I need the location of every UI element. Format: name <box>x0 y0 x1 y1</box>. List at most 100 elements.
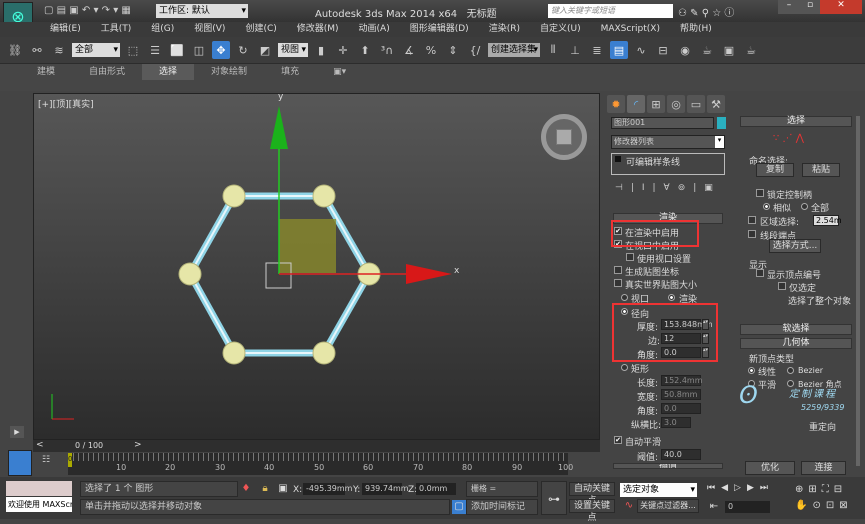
bezier-radio[interactable] <box>787 367 794 374</box>
use-viewport-settings-checkbox[interactable] <box>626 253 634 261</box>
tab-freeform[interactable]: 自由形式 <box>72 64 142 80</box>
stack-item-editable-spline[interactable]: 可编辑样条线 <box>626 155 680 168</box>
x-coord-input[interactable]: -495.39mm <box>303 483 352 495</box>
goto-start-icon[interactable]: ⇤ <box>707 500 721 514</box>
track-bar-icon[interactable]: ☷ <box>42 455 50 465</box>
mirror-icon[interactable]: ⫴ <box>544 41 562 59</box>
ref-coord-dropdown[interactable]: 视图 <box>278 43 308 57</box>
object-color-swatch[interactable] <box>717 117 726 129</box>
key-filters-button[interactable]: 关键点过滤器... <box>637 499 699 513</box>
edit-named-sel-icon[interactable]: {/ <box>466 41 484 59</box>
aspect-input[interactable]: 3.0 <box>661 417 691 428</box>
angle-snap-icon[interactable]: ∡ <box>400 41 418 59</box>
render-icon[interactable]: ☕ <box>742 41 760 59</box>
menu-views[interactable]: 视图(V) <box>184 22 235 37</box>
menu-tools[interactable]: 工具(T) <box>91 22 142 37</box>
y-coord-input[interactable]: 939.74mm <box>362 483 409 495</box>
scene-explorer-icon[interactable]: ▤ <box>610 41 628 59</box>
mini-viewport-button[interactable] <box>8 450 32 476</box>
sub-object-icons[interactable]: ∵ ⋰ ⋀ <box>773 133 804 144</box>
modifier-stack[interactable]: 可编辑样条线 <box>611 153 725 175</box>
menu-help[interactable]: 帮助(H) <box>670 22 722 37</box>
bind-spacewarp-icon[interactable]: ≋ <box>50 41 68 59</box>
time-slider[interactable]: < 0 / 100 > <box>33 440 600 452</box>
curve-editor-icon[interactable]: ∿ <box>632 41 650 59</box>
rollout-selection[interactable]: 选择 <box>740 116 852 127</box>
set-key-button[interactable]: 设置关键点 <box>569 499 615 523</box>
schematic-icon[interactable]: ⊟ <box>654 41 672 59</box>
selection-filter-dropdown[interactable]: 全部 <box>72 43 120 57</box>
create-tab-icon[interactable]: ✹ <box>607 95 625 113</box>
auto-key-button[interactable]: 自动关键点 <box>569 482 615 506</box>
menu-group[interactable]: 组(G) <box>141 22 184 37</box>
rollout-interpolation[interactable]: 插值 <box>613 463 723 469</box>
workspace-dropdown[interactable]: 工作区: 默认 <box>156 4 248 18</box>
rendered-frame-icon[interactable]: ▣ <box>720 41 738 59</box>
rect-angle-input[interactable]: 0.0 <box>661 403 701 414</box>
frame-counter[interactable]: 0 / 100 <box>75 441 103 450</box>
viewport-radio[interactable] <box>621 294 628 301</box>
threshold-input[interactable]: 40.0 <box>661 449 701 460</box>
selected-only-checkbox[interactable] <box>778 282 786 290</box>
optimize-button[interactable]: 优化 <box>745 461 795 475</box>
lock-selection-icon[interactable]: 🔒︎ <box>258 482 272 496</box>
current-frame-input[interactable]: 0 <box>725 501 770 513</box>
viewport-nav-icons[interactable]: ⊕⊞⛶⊟ ✋⊙⊡⊠ <box>795 482 860 514</box>
select-by-button[interactable]: 选择方式... <box>769 239 821 253</box>
real-world-checkbox[interactable] <box>614 279 622 287</box>
linear-radio[interactable] <box>748 367 755 374</box>
material-editor-icon[interactable]: ◉ <box>676 41 694 59</box>
isolate-icon[interactable]: ♦ <box>239 482 253 496</box>
next-frame-button[interactable]: > <box>134 440 142 450</box>
copy-button[interactable]: 复制 <box>756 163 794 177</box>
tab-populate[interactable]: 填充 <box>264 64 316 80</box>
area-selection-input[interactable]: 2.54m <box>813 215 842 226</box>
align-icon[interactable]: ⊥ <box>566 41 584 59</box>
manipulate-icon[interactable]: ✛ <box>334 41 352 59</box>
link-icon[interactable]: ⛓ <box>6 41 24 59</box>
menu-maxscript[interactable]: MAXScript(X) <box>591 22 670 37</box>
search-input[interactable]: 键入关键字或短语 <box>548 4 673 18</box>
menu-edit[interactable]: 编辑(E) <box>40 22 91 37</box>
select-move-icon[interactable]: ✥ <box>212 41 230 59</box>
panel-scrollbar[interactable] <box>856 116 860 466</box>
curve-icon[interactable]: ∿ <box>622 499 636 513</box>
minimize-button[interactable]: – <box>778 0 800 14</box>
z-coord-input[interactable]: 0.0mm <box>416 483 456 495</box>
width-input[interactable]: 50.8mm <box>661 389 701 400</box>
spinner-snap-icon[interactable]: ⇕ <box>444 41 462 59</box>
select-object-icon[interactable]: ⬚ <box>124 41 142 59</box>
menu-customize[interactable]: 自定义(U) <box>530 22 591 37</box>
menu-rendering[interactable]: 渲染(R) <box>479 22 530 37</box>
menu-graph-editors[interactable]: 图形编辑器(D) <box>400 22 479 37</box>
paste-button[interactable]: 粘贴 <box>802 163 840 177</box>
time-tag-icon[interactable]: ▢ <box>452 500 466 514</box>
tab-modeling[interactable]: 建模 <box>20 64 72 80</box>
area-selection-checkbox[interactable] <box>748 216 756 224</box>
playback-controls[interactable]: ⏮◀▷▶⏭ <box>707 483 774 493</box>
add-time-tag[interactable]: 添加时间标记 <box>466 499 538 515</box>
absolute-mode-icon[interactable]: ▣ <box>276 482 290 496</box>
menu-create[interactable]: 创建(C) <box>235 22 286 37</box>
quick-access-icons[interactable]: ▢ ▤ ▣ ↶ ▾ ↷ ▾ ▦ <box>44 5 131 16</box>
stack-tools[interactable]: ⊣|Ⅰ|∀⊚|▣ <box>615 183 721 193</box>
alike-radio[interactable] <box>763 203 770 210</box>
key-mode-dropdown[interactable]: 选定对象 <box>620 483 697 497</box>
rect-selection-icon[interactable]: ⬜ <box>168 41 186 59</box>
rollout-soft-selection[interactable]: 软选择 <box>740 324 852 335</box>
rectangular-radio[interactable] <box>621 364 628 371</box>
window-crossing-icon[interactable]: ◫ <box>190 41 208 59</box>
maxscript-mini[interactable]: 欢迎使用 MAXScri <box>6 497 72 512</box>
segment-end-checkbox[interactable] <box>748 230 756 238</box>
lock-handles-checkbox[interactable] <box>756 189 764 197</box>
all-radio[interactable] <box>801 203 808 210</box>
render-setup-icon[interactable]: ☕ <box>698 41 716 59</box>
renderer-radio[interactable] <box>668 294 675 301</box>
connect-button[interactable]: 连接 <box>801 461 846 475</box>
motion-tab-icon[interactable]: ◎ <box>667 95 685 113</box>
gen-mapping-checkbox[interactable] <box>614 266 622 274</box>
infocenter-icons[interactable]: ⚇ ✎ ⚲ ☆ ⓘ <box>678 4 734 19</box>
layer-icon[interactable]: ≣ <box>588 41 606 59</box>
percent-snap-icon[interactable]: % <box>422 41 440 59</box>
object-name-field[interactable]: 图形001 <box>611 117 714 129</box>
